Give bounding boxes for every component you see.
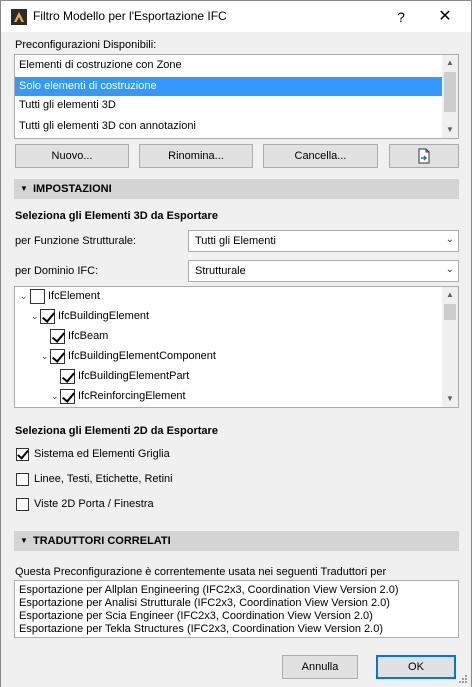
structural-function-value: Tutti gli Elementi [195,235,276,247]
collapse-triangle-icon: ▼ [20,184,28,193]
tree-row[interactable]: IfcBeam [15,327,435,347]
scroll-down-icon[interactable]: ▼ [442,122,458,138]
ifc-domain-select[interactable]: Strutturale ⌄ [188,260,459,282]
grid-system-checkbox[interactable] [16,448,29,461]
preset-item[interactable]: Tutti gli elementi 3D con annotazioni [15,117,443,136]
tree-item-label: IfcReinforcingElement [78,390,186,402]
collapse-triangle-icon: ▼ [20,536,28,545]
presets-list[interactable]: Elementi di costruzione con Zone Solo el… [14,54,459,139]
scrollbar-thumb[interactable] [444,304,456,320]
translator-item: Esportazione per Scia Engineer (IFC2x3, … [19,610,373,622]
tree-row[interactable]: ⌄ IfcElement [15,287,435,307]
structural-function-select[interactable]: Tutti gli Elementi ⌄ [188,230,459,252]
tree-checkbox-checked[interactable] [50,329,65,344]
expand-chevron-icon[interactable]: ⌄ [20,290,30,302]
scroll-down-icon[interactable]: ▼ [442,391,458,407]
delete-preset-button[interactable]: Cancella... [263,144,378,168]
tree-checkbox-checked[interactable] [40,309,55,324]
translators-description: Questa Preconfigurazione è correntemente… [15,566,387,578]
presets-label: Preconfigurazioni Disponibili: [15,39,157,51]
scroll-up-icon[interactable]: ▲ [442,287,458,303]
tree-checkbox[interactable] [30,289,45,304]
ok-button[interactable]: OK [376,655,456,679]
tree-row[interactable]: ⌄ IfcReinforcingElement [15,387,435,407]
tree-item-label: IfcBeam [68,330,109,342]
structural-function-label: per Funzione Strutturale: [15,235,137,247]
ifc-domain-label: per Dominio IFC: [15,265,99,277]
tree-item-label: IfcBuildingElementComponent [68,350,216,362]
translators-header-text: TRADUTTORI CORRELATI [33,535,171,547]
resize-grip-icon[interactable] [458,674,468,684]
select-2d-label: Seleziona gli Elementi 2D da Esportare [15,425,218,437]
ifc-filter-dialog: Filtro Modello per l'Esportazione IFC ? … [0,0,472,687]
rename-preset-button[interactable]: Rinomina... [139,144,253,168]
tree-checkbox-checked[interactable] [50,349,65,364]
grid-system-label[interactable]: Sistema ed Elementi Griglia [34,448,170,460]
ifc-domain-value: Strutturale [195,265,246,277]
title-bar[interactable]: Filtro Modello per l'Esportazione IFC ? … [1,1,471,32]
tree-scrollbar[interactable]: ▲ ▼ [442,287,458,407]
settings-header-text: IMPOSTAZIONI [33,183,112,195]
tree-row[interactable]: ⌄ IfcBuildingElement [15,307,435,327]
presets-scrollbar[interactable]: ▲ ▼ [442,55,458,138]
scroll-up-icon[interactable]: ▲ [442,55,458,71]
preset-item[interactable]: Elementi di costruzione con Zone [15,56,443,75]
new-preset-button[interactable]: Nuovo... [15,144,129,168]
window-title: Filtro Modello per l'Esportazione IFC [33,9,227,23]
export-file-icon [418,148,430,164]
tree-row[interactable]: IfcBuildingElementPart [15,367,435,387]
door-window-views-label[interactable]: Viste 2D Porta / Finestra [34,498,154,510]
cancel-button[interactable]: Annulla [282,655,358,679]
translator-item: Esportazione per Analisi Strutturale (IF… [19,597,390,609]
tree-row[interactable]: ⌄ IfcBuildingElementComponent [15,347,435,367]
select-3d-label: Seleziona gli Elementi 3D da Esportare [15,210,218,222]
preset-item[interactable]: Tutti gli elementi 3D [15,96,443,115]
tree-checkbox-checked[interactable] [60,369,75,384]
tree-item-label: IfcElement [48,290,100,302]
tree-checkbox-checked[interactable] [60,389,75,404]
tree-item-label: IfcBuildingElement [58,310,150,322]
chevron-down-icon: ⌄ [445,264,454,275]
translators-section-header[interactable]: ▼ TRADUTTORI CORRELATI [14,531,459,551]
close-button[interactable]: ✕ [423,5,467,29]
help-button[interactable]: ? [379,5,423,29]
settings-section-header[interactable]: ▼ IMPOSTAZIONI [14,179,459,199]
tree-item-label: IfcBuildingElementPart [78,370,190,382]
door-window-views-checkbox[interactable] [16,498,29,511]
translators-list[interactable]: Esportazione per Allplan Engineering (IF… [14,580,459,638]
export-preset-button[interactable] [389,144,459,168]
lines-texts-checkbox[interactable] [16,473,29,486]
scrollbar-thumb[interactable] [444,72,456,112]
translator-item: Esportazione per Tekla Structures (IFC2x… [19,623,383,635]
preset-item-selected[interactable]: Solo elementi di costruzione [15,77,443,96]
chevron-down-icon: ⌄ [445,234,454,245]
dialog-footer: Annulla OK [1,649,471,687]
lines-texts-label[interactable]: Linee, Testi, Etichette, Retini [34,473,173,485]
translator-item: Esportazione per Allplan Engineering (IF… [19,584,399,596]
archicad-icon [11,9,27,25]
ifc-element-tree[interactable]: ⌄ IfcElement ⌄ IfcBuildingElement IfcBea… [14,286,459,408]
